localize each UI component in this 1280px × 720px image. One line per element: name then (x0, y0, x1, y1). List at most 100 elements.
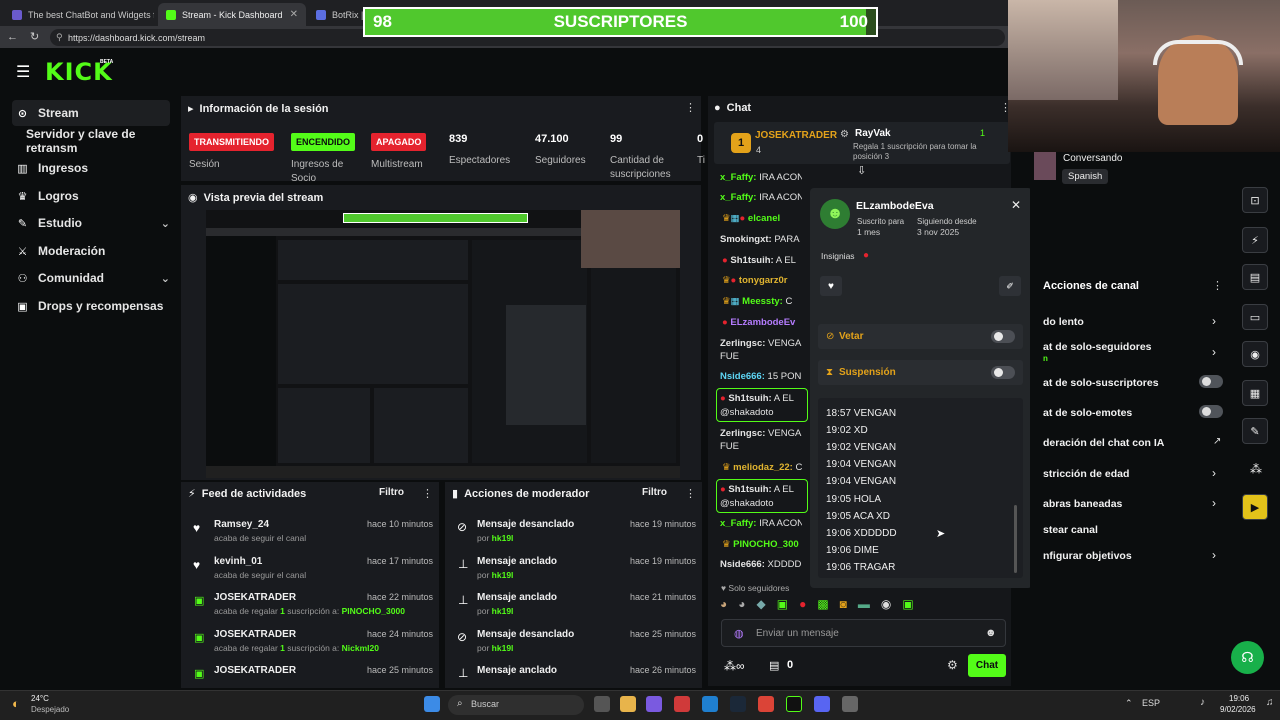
collapse-icon[interactable]: ⇩ (857, 164, 866, 177)
chat-settings-icon[interactable]: ⚙ (947, 658, 958, 672)
browser-tab-botrix[interactable]: BotRix | Sor (308, 3, 366, 26)
external-link-icon[interactable]: ↗ (1213, 436, 1221, 447)
volume-icon[interactable]: ♪ (1200, 697, 1205, 708)
chat-message[interactable]: ● ELzambodeEv (722, 317, 804, 328)
mod-filter-button[interactable]: Filtro (642, 487, 667, 498)
clipboard-icon[interactable]: ▤ (1242, 264, 1268, 290)
community-icon[interactable]: ⁂ (1250, 462, 1262, 476)
sidebar-item-logros[interactable]: ♛ Logros (12, 183, 170, 209)
community-infinity-icon[interactable]: ⁂∞ (724, 659, 745, 673)
sidebar-item-ingresos[interactable]: ▥ Ingresos (12, 155, 170, 181)
mod-tools-button[interactable]: ✐ (999, 276, 1021, 296)
feed-item-name[interactable]: kevinh_01 (214, 556, 262, 567)
emote-icon[interactable]: ◉ (881, 597, 891, 615)
emotes-only-toggle[interactable] (1199, 405, 1223, 418)
app-icon[interactable] (674, 696, 690, 712)
emote-icon[interactable]: ◙ (840, 597, 847, 615)
broadcast-icon[interactable]: ◉ (1242, 341, 1268, 367)
chat-message[interactable]: ♛● tonygarz0r (722, 275, 804, 286)
action-slow-mode[interactable]: do lento (1043, 316, 1084, 328)
ban-toggle[interactable] (991, 330, 1015, 343)
emote-icon[interactable]: ▬ (858, 597, 870, 615)
chat-input[interactable]: ◍ Enviar un mensaje ☻ (721, 619, 1006, 647)
action-subs-only[interactable]: at de solo-suscriptores (1043, 377, 1159, 389)
action-ai-moderation[interactable]: deración del chat con IA (1043, 437, 1164, 449)
chat-message[interactable]: x_Faffy: IRA ACON (720, 192, 802, 203)
chevron-right-icon[interactable]: › (1212, 345, 1216, 359)
chevron-right-icon[interactable]: › (1212, 314, 1216, 328)
follow-heart-button[interactable]: ♥ (820, 276, 842, 296)
notification-bell-icon[interactable]: ♫ (1266, 697, 1274, 708)
kick-app-icon[interactable] (786, 696, 802, 712)
emote-icon[interactable]: ▩ (817, 597, 828, 615)
hamburger-menu-icon[interactable]: ☰ (16, 62, 30, 82)
action-age-restriction[interactable]: stricción de edad (1043, 468, 1129, 480)
clock-date[interactable]: 9/02/2026 (1220, 705, 1256, 714)
feed-item-name[interactable]: Ramsey_24 (214, 519, 269, 530)
more-options-icon[interactable]: ⋮ (1212, 279, 1223, 292)
clapper-icon[interactable]: ▶ (1242, 494, 1268, 520)
popup-username[interactable]: ELzambodeEva (856, 200, 934, 212)
app-icon[interactable] (842, 696, 858, 712)
emoji-icon[interactable]: ☻ (985, 627, 997, 639)
language-indicator[interactable]: ESP (1142, 698, 1160, 708)
layers-icon[interactable]: ▦ (1242, 380, 1268, 406)
copilot-icon[interactable] (646, 696, 662, 712)
feed-item-name[interactable]: JOSEKATRADER (214, 592, 296, 603)
windows-start-icon[interactable] (424, 696, 440, 712)
chat-message[interactable]: Nside666: 15 PON (720, 371, 802, 382)
chat-message[interactable]: ♛ PINOCHO_300 (722, 539, 804, 550)
action-followers-only[interactable]: at de solo-seguidores (1043, 341, 1152, 353)
more-options-icon[interactable]: ⋮ (685, 101, 696, 114)
chat-message[interactable]: Smokingxt: PARA (720, 234, 802, 245)
gift-user-name[interactable]: RayVak (855, 128, 891, 139)
emote-icon[interactable]: ◕ (738, 597, 745, 615)
close-tab-icon[interactable]: ✕ (290, 9, 298, 20)
chat-message[interactable]: Nside666: XDDDD (720, 559, 802, 570)
feed-item-name[interactable]: JOSEKATRADER (214, 629, 296, 640)
discord-icon[interactable] (814, 696, 830, 712)
feed-filter-button[interactable]: Filtro (379, 487, 404, 498)
wrench-icon[interactable]: ✎ (1242, 418, 1268, 444)
sidebar-item-drops[interactable]: ▣ Drops y recompensas (12, 293, 170, 319)
chat-message[interactable]: ♛▦● elcanel (722, 213, 804, 224)
chat-message[interactable]: x_Faffy: IRA ACON (720, 172, 802, 183)
chat-message[interactable]: ● Sh1tsuih: A EL (722, 255, 804, 266)
chat-message[interactable]: Zerlingsc: VENGA FUE (720, 337, 802, 363)
sidebar-item-stream-key[interactable]: Servidor y clave de retransm (22, 127, 182, 155)
chat-message[interactable]: ● Sh1tsuih: A EL @shakadoto (720, 483, 802, 511)
task-view-icon[interactable] (594, 696, 610, 712)
stream-preview-video[interactable] (206, 210, 680, 478)
steam-icon[interactable] (730, 696, 746, 712)
chat-icon[interactable]: ▭ (1242, 304, 1268, 330)
reload-icon[interactable]: ↻ (30, 30, 39, 43)
more-options-icon[interactable]: ⋮ (422, 487, 433, 500)
chat-message[interactable]: ♛ meliodaz_22: C (722, 462, 804, 473)
edge-icon[interactable] (702, 696, 718, 712)
clock-time[interactable]: 19:06 (1229, 694, 1249, 703)
sidebar-item-moderacion[interactable]: ⚔ Moderación (12, 238, 170, 264)
sidebar-item-stream[interactable]: ⊙ Stream (12, 100, 170, 126)
action-set-goals[interactable]: nfigurar objetivos (1043, 550, 1132, 562)
browser-tab-chatbot[interactable]: The best ChatBot and Widgets for ✕ (4, 3, 154, 26)
subs-only-toggle[interactable] (1199, 375, 1223, 388)
emote-icon[interactable]: ◆ (757, 597, 766, 615)
history-scrollbar[interactable] (1014, 505, 1017, 573)
action-emotes-only[interactable]: at de solo-emotes (1043, 407, 1132, 419)
chevron-right-icon[interactable]: › (1212, 548, 1216, 562)
browser-tab-kick[interactable]: Stream - Kick Dashboard ✕ (158, 3, 306, 26)
emote-icon[interactable]: ● (799, 597, 806, 615)
tray-chevron-icon[interactable]: ⌃ (1125, 698, 1133, 709)
chat-message[interactable]: ● Sh1tsuih: A EL @shakadoto (720, 392, 802, 420)
emote-icon[interactable]: ▣ (777, 597, 788, 615)
leader-name[interactable]: JOSEKATRADER (755, 130, 837, 141)
stream-category[interactable]: Conversando (1063, 153, 1122, 164)
chevron-right-icon[interactable]: › (1212, 496, 1216, 510)
taskbar-search[interactable]: ⌕ Buscar (448, 695, 584, 715)
chat-message[interactable]: x_Faffy: IRA ACON (720, 518, 802, 529)
chat-message[interactable]: ♛▦ Meessty: C (722, 296, 804, 307)
timeout-toggle[interactable] (991, 366, 1015, 379)
chevron-right-icon[interactable]: › (1212, 466, 1216, 480)
action-host-channel[interactable]: stear canal (1043, 524, 1098, 536)
target-icon[interactable]: ⊡ (1242, 187, 1268, 213)
